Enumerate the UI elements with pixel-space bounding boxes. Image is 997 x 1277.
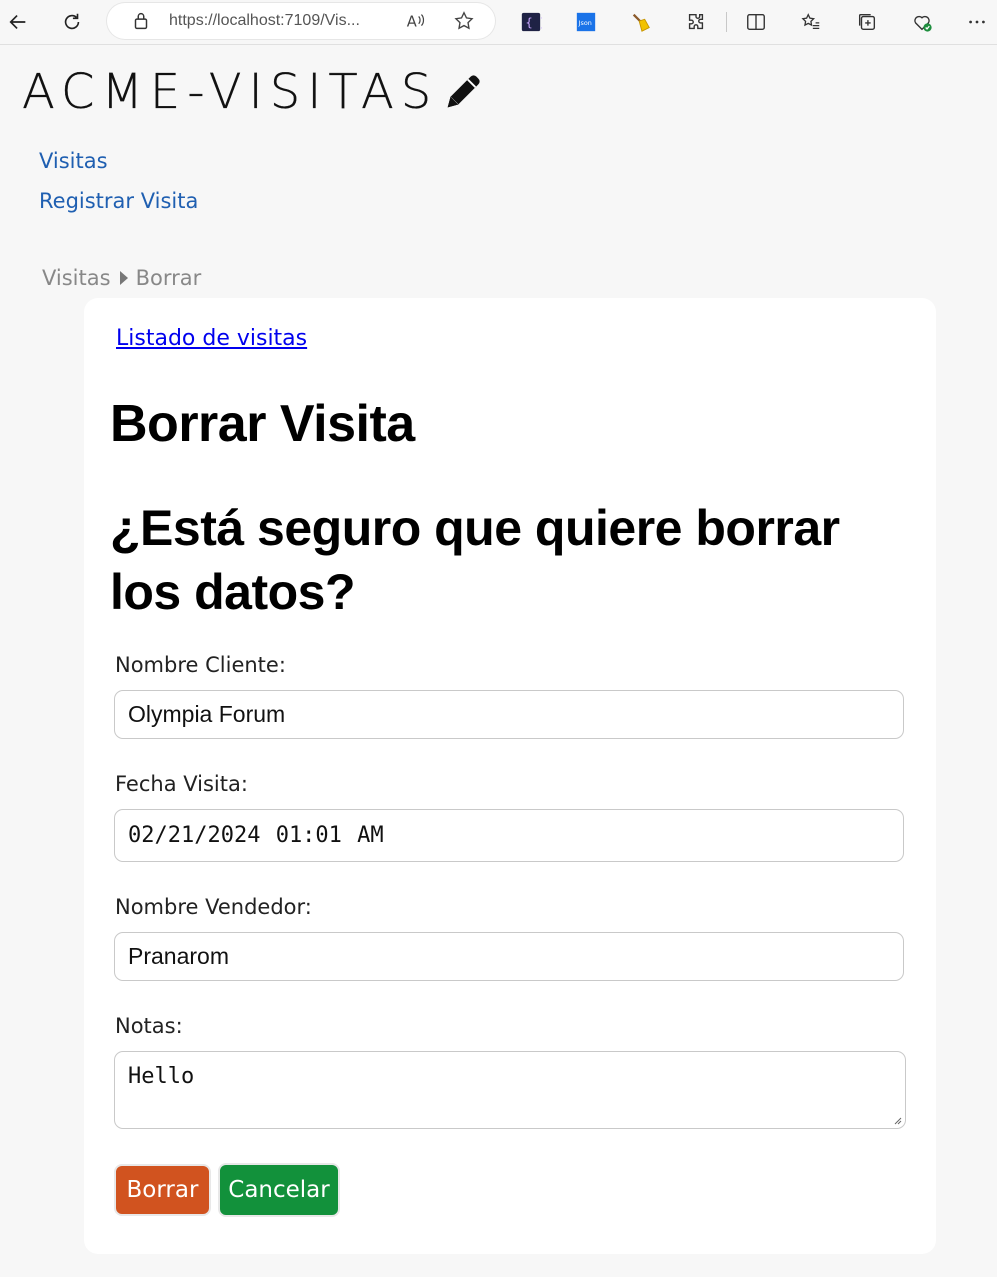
- lock-icon: [127, 7, 155, 35]
- svg-text:{ }: { }: [526, 16, 543, 30]
- broom-extension-icon[interactable]: [627, 8, 655, 36]
- site-logo[interactable]: ACME-VISITAS: [22, 64, 486, 120]
- back-to-list-link[interactable]: Listado de visitas: [116, 326, 307, 351]
- split-screen-icon[interactable]: [742, 8, 770, 36]
- nav-link-registrar-visita[interactable]: Registrar Visita: [39, 189, 198, 213]
- url-text: https://localhost:7109/Vis...: [169, 12, 360, 29]
- pencil-icon: [447, 75, 480, 108]
- favorites-list-icon[interactable]: [797, 8, 825, 36]
- refresh-icon[interactable]: [58, 8, 86, 36]
- vendedor-field[interactable]: Pranarom: [114, 932, 904, 981]
- logo-text: ACME-VISITAS: [22, 64, 439, 120]
- breadcrumb-parent[interactable]: Visitas: [42, 266, 111, 290]
- address-bar[interactable]: https://localhost:7109/Vis... A: [107, 3, 495, 39]
- toolbar-divider: [726, 12, 727, 32]
- svg-text:A: A: [407, 14, 417, 31]
- svg-text:Json: Json: [578, 19, 592, 27]
- extensions-puzzle-icon[interactable]: [682, 8, 710, 36]
- cliente-label: Nombre Cliente:: [115, 653, 286, 677]
- notas-value: Hello: [128, 1064, 195, 1089]
- resize-grip-icon[interactable]: [894, 1117, 902, 1125]
- caret-right-icon: [119, 271, 128, 285]
- collections-icon[interactable]: [853, 8, 881, 36]
- fecha-value: 02/21/2024 01:01 AM: [128, 823, 384, 848]
- json-extension-icon[interactable]: Json: [572, 8, 600, 36]
- vendedor-value: Pranarom: [128, 943, 229, 969]
- confirm-question: ¿Está seguro que quiere borrar los datos…: [110, 500, 840, 620]
- fecha-field[interactable]: 02/21/2024 01:01 AM: [114, 809, 904, 862]
- delete-button[interactable]: Borrar: [114, 1164, 211, 1216]
- notas-textarea[interactable]: Hello: [114, 1051, 906, 1129]
- vendedor-label: Nombre Vendedor:: [115, 895, 312, 919]
- fecha-label: Fecha Visita:: [115, 772, 248, 796]
- more-menu-icon[interactable]: [963, 8, 991, 36]
- favorite-star-icon[interactable]: [450, 7, 478, 35]
- back-icon[interactable]: [4, 8, 32, 36]
- browser-essentials-icon[interactable]: [908, 8, 936, 36]
- nav-link-visitas[interactable]: Visitas: [39, 149, 108, 173]
- read-aloud-icon[interactable]: A: [401, 7, 429, 35]
- cliente-value: Olympia Forum: [128, 701, 286, 727]
- code-extension-icon[interactable]: { }: [517, 8, 545, 36]
- cancel-button[interactable]: Cancelar: [218, 1163, 340, 1217]
- browser-toolbar: https://localhost:7109/Vis... A { } Json: [0, 0, 997, 45]
- notas-label: Notas:: [115, 1014, 183, 1038]
- breadcrumb: Visitas Borrar: [42, 266, 201, 290]
- page-title: Borrar Visita: [110, 395, 415, 453]
- breadcrumb-current: Borrar: [135, 266, 202, 290]
- cliente-field[interactable]: Olympia Forum: [114, 690, 904, 739]
